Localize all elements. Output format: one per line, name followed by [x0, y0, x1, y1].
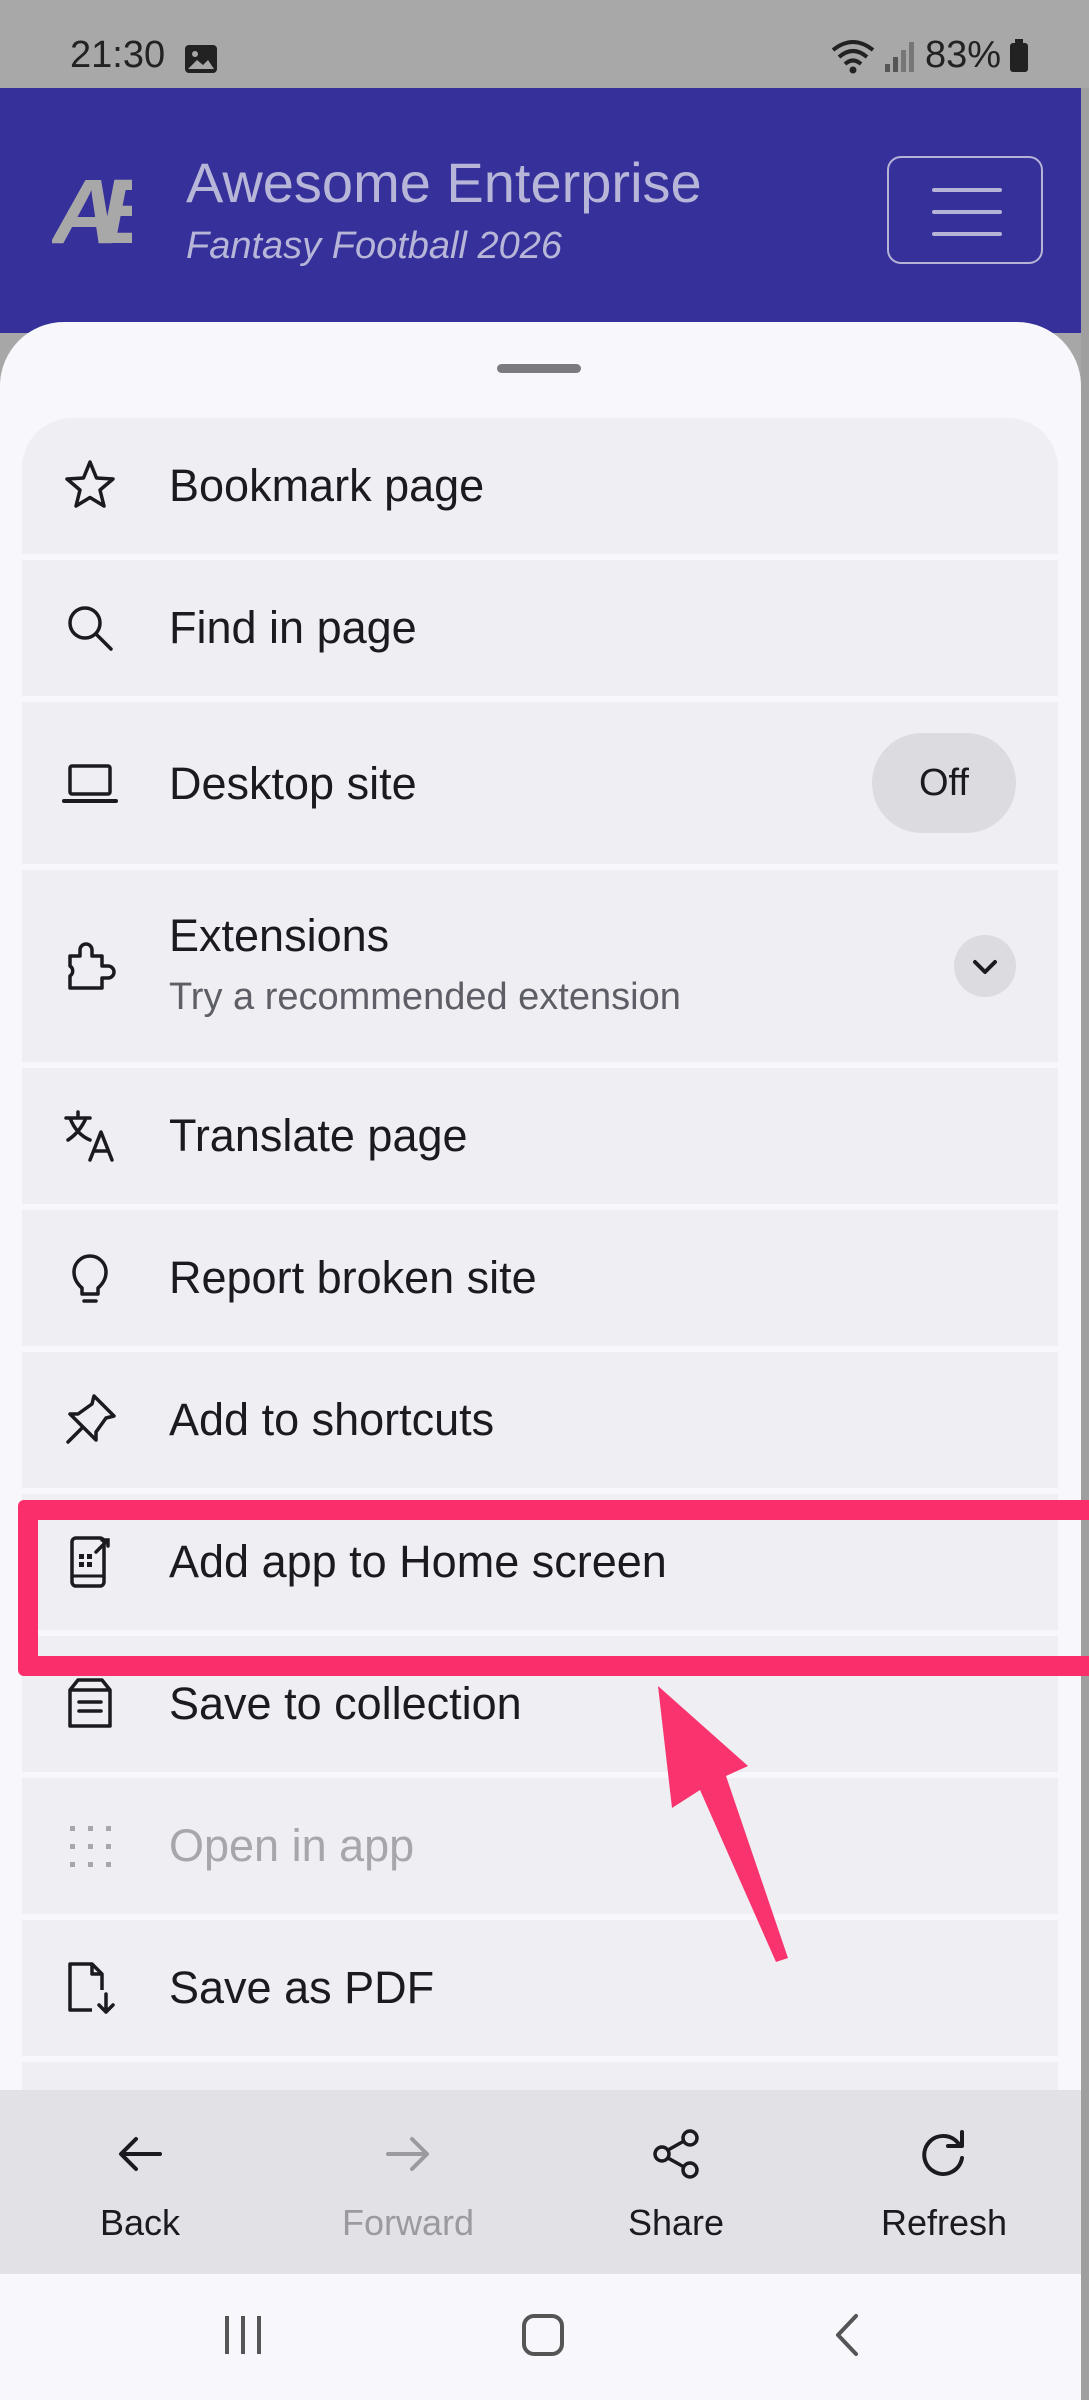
page-scroll-edge — [1081, 88, 1089, 2400]
forward-label: Forward — [341, 2202, 475, 2243]
status-time: 21:30 — [70, 34, 166, 76]
menu-item-label: Desktop site — [169, 758, 417, 809]
menu-item-label: Open in app — [169, 1820, 415, 1871]
menu-item-label: Extensions — [169, 910, 390, 961]
desktop-site-toggle[interactable]: Off — [872, 733, 1016, 833]
recent-apps-icon[interactable] — [218, 2310, 268, 2360]
pdf-download-icon — [68, 1962, 115, 2014]
site-title: Awesome Enterprise — [186, 151, 702, 214]
menu-item-translate-page[interactable]: Translate page — [22, 1068, 1058, 1204]
translate-icon — [64, 1110, 114, 1162]
site-logo[interactable]: AE AE — [52, 165, 132, 255]
menu-item-extensions[interactable]: Extensions Try a recommended extension — [22, 870, 1058, 1062]
laptop-icon — [62, 764, 118, 803]
share-button[interactable]: Share — [576, 2090, 776, 2274]
menu-item-label: Save to collection — [169, 1678, 522, 1729]
highlight-box — [18, 1500, 1089, 1676]
chevron-down-icon — [973, 960, 997, 974]
share-icon — [653, 2129, 699, 2179]
arrow-right-icon — [386, 2137, 429, 2171]
menu-item-report-broken-site[interactable]: Report broken site — [22, 1210, 1058, 1346]
menu-item-add-to-shortcuts[interactable]: Add to shortcuts — [22, 1352, 1058, 1488]
star-icon — [65, 460, 115, 508]
signal-icon — [884, 41, 914, 72]
battery-icon — [1010, 38, 1028, 72]
back-label: Back — [99, 2202, 181, 2243]
share-label: Share — [627, 2202, 725, 2243]
home-icon[interactable] — [518, 2310, 568, 2360]
wifi-icon — [831, 39, 875, 73]
menu-item-label: Add to shortcuts — [169, 1394, 495, 1445]
puzzle-icon — [68, 942, 116, 990]
menu-item-label: Report broken site — [169, 1252, 537, 1303]
battery-percent: 83% — [924, 34, 1001, 76]
arrow-left-icon — [119, 2137, 162, 2171]
gallery-notification-icon — [185, 45, 217, 73]
menu-item-label: Save as PDF — [169, 1962, 435, 2013]
menu-item-label: Translate page — [169, 1110, 468, 1161]
browser-menu-sheet: Bookmark page Find in page Desktop site … — [0, 322, 1081, 2400]
grid-dots-icon — [70, 1826, 111, 1867]
menu-item-desktop-site[interactable]: Desktop site Off — [22, 702, 1058, 864]
extensions-expand-button[interactable] — [954, 935, 1016, 997]
refresh-icon — [922, 2130, 964, 2176]
site-menu-button[interactable] — [887, 156, 1043, 264]
annotation-arrow — [658, 1686, 788, 1962]
menu-item-sublabel: Try a recommended extension — [169, 976, 681, 1018]
menu-item-open-in-app: Open in app — [22, 1778, 1058, 1914]
menu-item-label: Bookmark page — [169, 460, 485, 511]
back-nav-icon[interactable] — [822, 2310, 872, 2360]
lightbulb-icon — [72, 1254, 108, 1303]
drag-handle[interactable] — [497, 364, 581, 373]
menu-item-find-in-page[interactable]: Find in page — [22, 560, 1058, 696]
collection-icon — [68, 1678, 112, 1728]
forward-button: Forward — [308, 2090, 508, 2274]
system-nav-bar — [0, 2274, 1081, 2400]
back-button[interactable]: Back — [40, 2090, 240, 2274]
pin-icon — [66, 1394, 116, 1444]
bottom-toolbar: Back Forward Share Refresh — [0, 2090, 1081, 2274]
menu-item-save-as-pdf[interactable]: Save as PDF — [22, 1920, 1058, 2056]
refresh-label: Refresh — [880, 2202, 1008, 2243]
site-subtitle: Fantasy Football 2026 — [186, 225, 563, 267]
search-icon — [68, 606, 113, 651]
status-bar: 21:30 83% — [0, 0, 1089, 88]
refresh-button[interactable]: Refresh — [844, 2090, 1044, 2274]
status-right: 83% — [831, 34, 1029, 77]
menu-item-bookmark-page[interactable]: Bookmark page — [22, 418, 1058, 554]
menu-item-label: Find in page — [169, 602, 417, 653]
svg-text:AE: AE — [52, 165, 132, 255]
